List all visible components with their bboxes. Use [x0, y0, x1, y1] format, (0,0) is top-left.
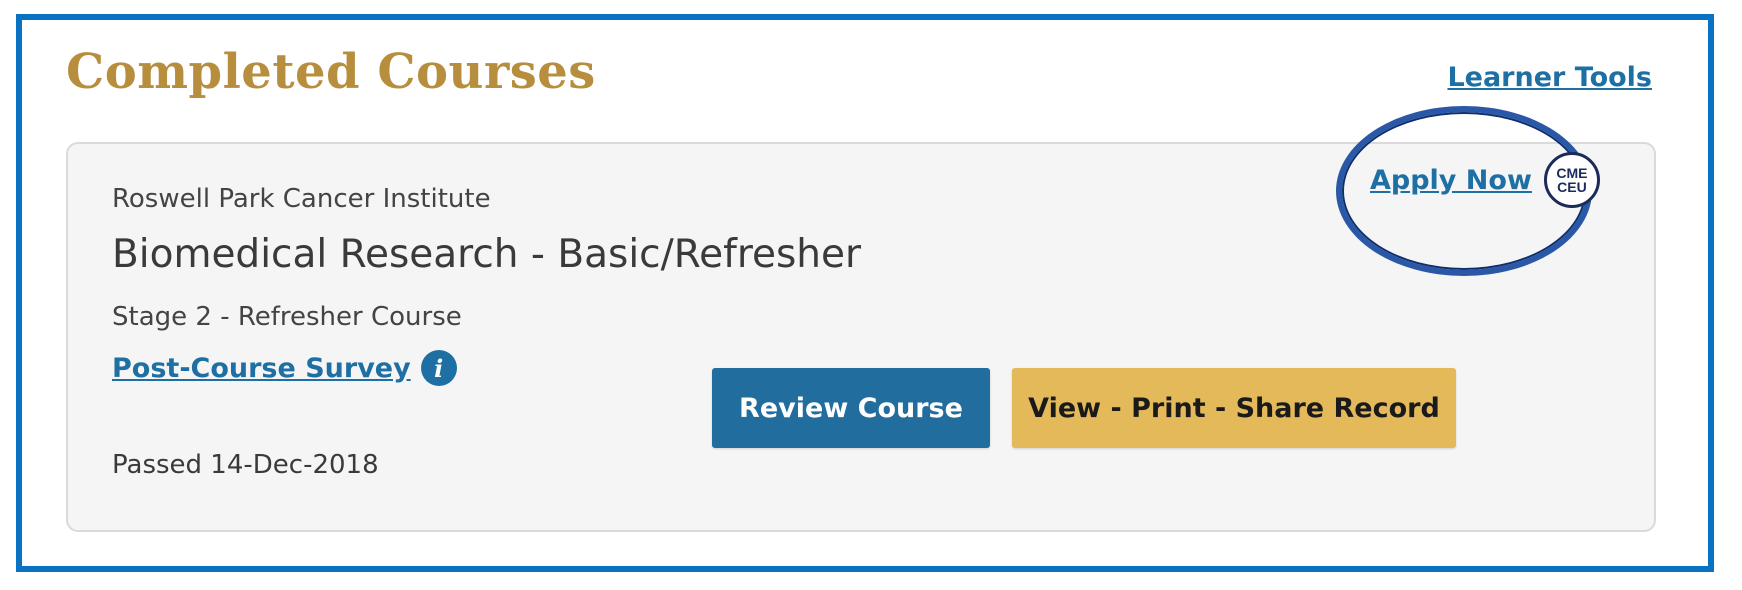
post-course-survey-link[interactable]: Post-Course Survey: [112, 353, 411, 384]
apply-now-link[interactable]: Apply Now: [1370, 165, 1532, 196]
section-title: Completed Courses: [66, 44, 596, 100]
apply-now-row: Apply Now CME CEU: [1370, 152, 1600, 208]
review-course-button[interactable]: Review Course: [712, 368, 990, 448]
cme-ceu-badge-icon: CME CEU: [1543, 152, 1600, 208]
passed-date: Passed 14-Dec-2018: [112, 450, 379, 480]
view-print-share-record-button[interactable]: View - Print - Share Record: [1012, 368, 1456, 448]
survey-row: Post-Course Survey i: [112, 350, 457, 386]
course-stage: Stage 2 - Refresher Course: [112, 302, 462, 332]
institution-name: Roswell Park Cancer Institute: [112, 184, 491, 214]
badge-line-ceu: CEU: [1557, 179, 1587, 195]
course-card: Roswell Park Cancer Institute Biomedical…: [66, 106, 1656, 532]
learner-tools-link[interactable]: Learner Tools: [1447, 62, 1652, 93]
course-title: Biomedical Research - Basic/Refresher: [112, 232, 862, 277]
info-icon[interactable]: i: [420, 350, 457, 386]
badge-line-cme: CME: [1556, 165, 1588, 181]
